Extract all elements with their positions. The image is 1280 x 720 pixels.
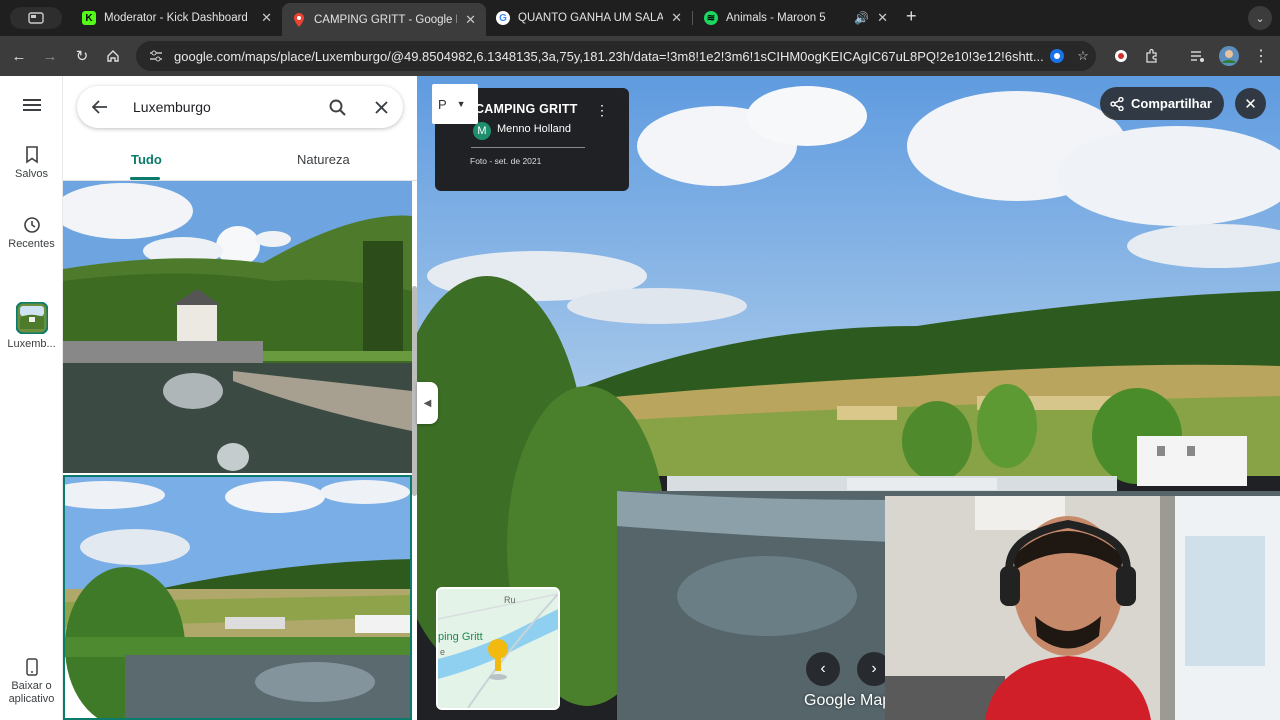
browser-toolbar: ← → ↻ google.com/maps/place/Luxemburgo/@… xyxy=(0,36,1280,76)
search-back-button[interactable] xyxy=(77,100,123,114)
dropdown-arrow-icon: ▼ xyxy=(456,99,466,109)
rail-item-label: Salvos xyxy=(14,168,49,180)
tab-spotify[interactable]: ≋ Animals - Maroon 5 🔊 ✕ xyxy=(694,4,898,32)
extension-shield-icon[interactable] xyxy=(1044,48,1070,64)
site-settings-icon[interactable] xyxy=(142,50,170,62)
google-icon: G xyxy=(496,11,510,25)
rail-item-label: Recentes xyxy=(8,238,55,250)
share-button[interactable]: Compartilhar xyxy=(1100,87,1224,120)
address-bar[interactable]: google.com/maps/place/Luxemburgo/@49.850… xyxy=(136,41,1096,71)
close-icon xyxy=(374,100,388,114)
minimap-road-label-2: e xyxy=(440,647,446,657)
arrow-left-icon xyxy=(92,100,107,114)
place-title[interactable]: CAMPING GRITT xyxy=(475,102,578,116)
share-icon xyxy=(1110,96,1124,111)
tab-title: CAMPING GRITT - Google Ma xyxy=(314,13,458,26)
rail-item-salvos[interactable]: Salvos xyxy=(0,146,63,181)
search-input[interactable]: Luxemburgo xyxy=(123,99,315,115)
arrow-left-icon: ← xyxy=(11,47,27,65)
forward-button[interactable]: → xyxy=(38,44,62,68)
tab-search-button[interactable] xyxy=(10,7,62,29)
rail-item-download-app[interactable]: Baixar o aplicativo xyxy=(0,658,63,706)
tab-camping-gritt[interactable]: CAMPING GRITT - Google Ma ✕ xyxy=(282,3,486,36)
close-tab-icon[interactable]: ✕ xyxy=(671,10,682,26)
author-name[interactable]: Menno Holland xyxy=(497,123,571,135)
profile-avatar[interactable] xyxy=(1218,45,1240,67)
new-tab-button[interactable]: + xyxy=(906,6,917,27)
search-icon xyxy=(329,99,346,116)
collapse-panel-button[interactable]: ◀ xyxy=(417,382,438,424)
pegman-layer-button[interactable]: P ▼ xyxy=(432,84,478,124)
menu-button[interactable] xyxy=(0,98,63,112)
tab-title: QUANTO GANHA UM SALAR xyxy=(518,12,664,24)
chevron-left-icon: ◀ xyxy=(423,397,432,409)
clear-search-button[interactable] xyxy=(359,100,403,114)
share-label: Compartilhar xyxy=(1131,96,1212,111)
tab-quanto-ganha[interactable]: G QUANTO GANHA UM SALAR ✕ xyxy=(486,4,692,32)
browser-tab-bar: K Moderator - Kick Dashboard ✕ CAMPING G… xyxy=(0,0,1280,36)
tab-natureza[interactable]: Natureza xyxy=(297,152,350,167)
chevron-left-icon: ‹ xyxy=(820,660,826,677)
chevron-down-icon: ⌄ xyxy=(1255,12,1265,25)
kick-logo-icon: K xyxy=(82,11,96,25)
tab-title: Animals - Maroon 5 xyxy=(726,12,826,24)
home-button[interactable] xyxy=(101,44,125,68)
media-queue-icon[interactable] xyxy=(1187,45,1209,67)
divider xyxy=(471,147,585,148)
place-thumbnail xyxy=(15,302,48,334)
previous-photo-button[interactable]: ‹ xyxy=(806,652,840,686)
url-text: google.com/maps/place/Luxemburgo/@49.850… xyxy=(174,48,1044,64)
rail-item-luxemburgo[interactable]: Luxemb... xyxy=(0,302,63,351)
spotify-icon: ≋ xyxy=(704,11,718,25)
tab-tudo[interactable]: Tudo xyxy=(131,152,162,167)
google-maps-icon xyxy=(292,12,306,27)
tab-kick-dashboard[interactable]: K Moderator - Kick Dashboard ✕ xyxy=(72,4,282,32)
more-options-icon[interactable]: ⋮ xyxy=(595,102,609,120)
close-photo-button[interactable]: ✕ xyxy=(1235,88,1266,119)
close-tab-icon[interactable]: ✕ xyxy=(261,10,272,26)
bookmark-star-icon[interactable]: ☆ xyxy=(1070,48,1096,64)
minimap-place-label: ping Gritt xyxy=(438,631,483,643)
arrow-right-icon: → xyxy=(42,47,58,65)
tab-title: Moderator - Kick Dashboard xyxy=(104,12,248,24)
webcam-overlay xyxy=(885,496,1280,720)
search-panel: Luxemburgo Tudo Natureza xyxy=(63,76,417,720)
tab-separator xyxy=(692,11,693,25)
author-avatar: M xyxy=(473,122,491,140)
record-extension-icon[interactable] xyxy=(1110,45,1132,67)
tab-list-menu-button[interactable]: ⌄ xyxy=(1248,6,1272,30)
extensions-puzzle-icon[interactable] xyxy=(1141,45,1163,67)
rail-item-label: Luxemb... xyxy=(7,338,56,350)
maps-left-rail: Salvos Recentes Luxemb... Baixar o aplic… xyxy=(0,76,63,720)
browser-menu-icon[interactable]: ⋮ xyxy=(1250,45,1272,67)
reload-button[interactable]: ↻ xyxy=(70,44,94,68)
rail-item-label: Baixar o aplicativo xyxy=(8,680,55,705)
minimap-road-label: Ru xyxy=(504,595,516,605)
hamburger-menu-icon xyxy=(22,99,41,111)
google-maps-logo: Google Map xyxy=(804,692,892,709)
close-icon: ✕ xyxy=(1244,95,1257,113)
close-tab-icon[interactable]: ✕ xyxy=(465,12,476,28)
chevron-right-icon: › xyxy=(871,660,877,677)
home-icon xyxy=(107,50,119,62)
search-box[interactable]: Luxemburgo xyxy=(77,86,403,128)
bookmark-icon xyxy=(25,146,38,164)
photo-thumbnail[interactable] xyxy=(63,181,412,473)
search-button[interactable] xyxy=(315,99,359,116)
photo-thumbnail-selected[interactable] xyxy=(63,475,412,720)
phone-icon xyxy=(25,658,38,676)
audio-playing-icon[interactable]: 🔊 xyxy=(854,11,869,25)
pegman-icon: P xyxy=(438,96,447,112)
history-icon xyxy=(23,217,40,233)
back-button[interactable]: ← xyxy=(7,44,31,68)
close-tab-icon[interactable]: ✕ xyxy=(877,10,888,26)
reload-icon: ↻ xyxy=(75,48,89,65)
tab-overview-icon xyxy=(28,12,44,24)
photo-date: Foto - set. de 2021 xyxy=(470,156,542,166)
rail-item-recentes[interactable]: Recentes xyxy=(0,216,63,251)
mini-map[interactable]: ping Gritt Ru e xyxy=(436,587,560,710)
